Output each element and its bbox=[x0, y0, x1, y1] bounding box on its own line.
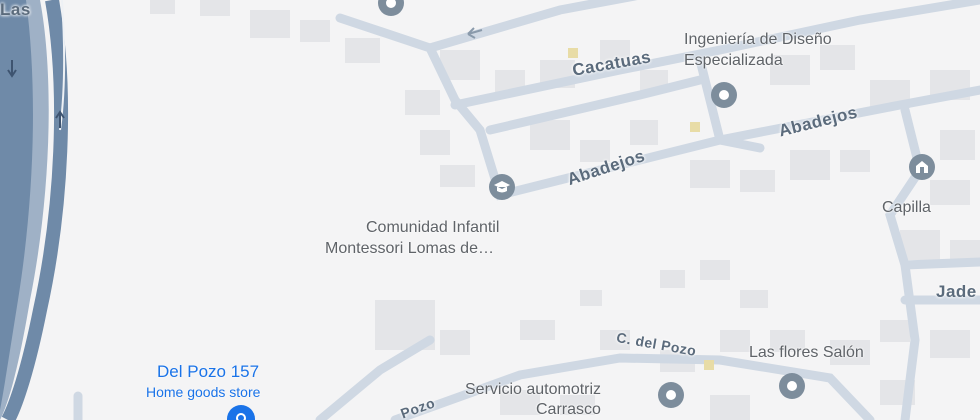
selected-place-name[interactable]: Del Pozo 157 bbox=[157, 362, 259, 382]
place-pin-partial[interactable] bbox=[376, 0, 406, 18]
place-pin-capilla[interactable] bbox=[907, 152, 937, 182]
place-name-line[interactable]: Carrasco bbox=[536, 400, 601, 420]
place-name-line[interactable]: Especializada bbox=[684, 51, 783, 71]
street-label-corner: Las bbox=[0, 0, 31, 19]
street-label-jade: Jade bbox=[936, 282, 977, 301]
church-icon bbox=[909, 154, 935, 180]
place-name-line[interactable]: Las flores Salón bbox=[749, 343, 864, 363]
place-pin-montessori[interactable] bbox=[487, 172, 517, 202]
place-name-line[interactable]: Montessori Lomas de… bbox=[325, 239, 494, 259]
map-canvas[interactable]: Las Cacatuas Abadejos Abadejos Jade C. d… bbox=[0, 0, 980, 420]
store-pin-icon bbox=[227, 405, 255, 420]
place-pin-ingenieria[interactable] bbox=[709, 80, 739, 110]
map-pin-icon bbox=[658, 382, 684, 408]
place-pin-carrasco[interactable] bbox=[656, 380, 686, 410]
selected-place-category[interactable]: Home goods store bbox=[146, 384, 260, 400]
place-name-line[interactable]: Comunidad Infantil bbox=[366, 218, 499, 238]
map-pin-icon bbox=[711, 82, 737, 108]
highway bbox=[0, 0, 69, 420]
place-name-line[interactable]: Servicio automotriz bbox=[465, 380, 601, 400]
map-pin-icon bbox=[779, 373, 805, 399]
place-name-line[interactable]: Ingeniería de Diseño bbox=[684, 30, 832, 50]
place-pin-las-flores[interactable] bbox=[777, 371, 807, 401]
school-icon bbox=[489, 174, 515, 200]
selected-place-pin[interactable] bbox=[226, 404, 256, 420]
place-name-line[interactable]: Capilla bbox=[882, 198, 931, 218]
map-pin-icon bbox=[378, 0, 404, 16]
